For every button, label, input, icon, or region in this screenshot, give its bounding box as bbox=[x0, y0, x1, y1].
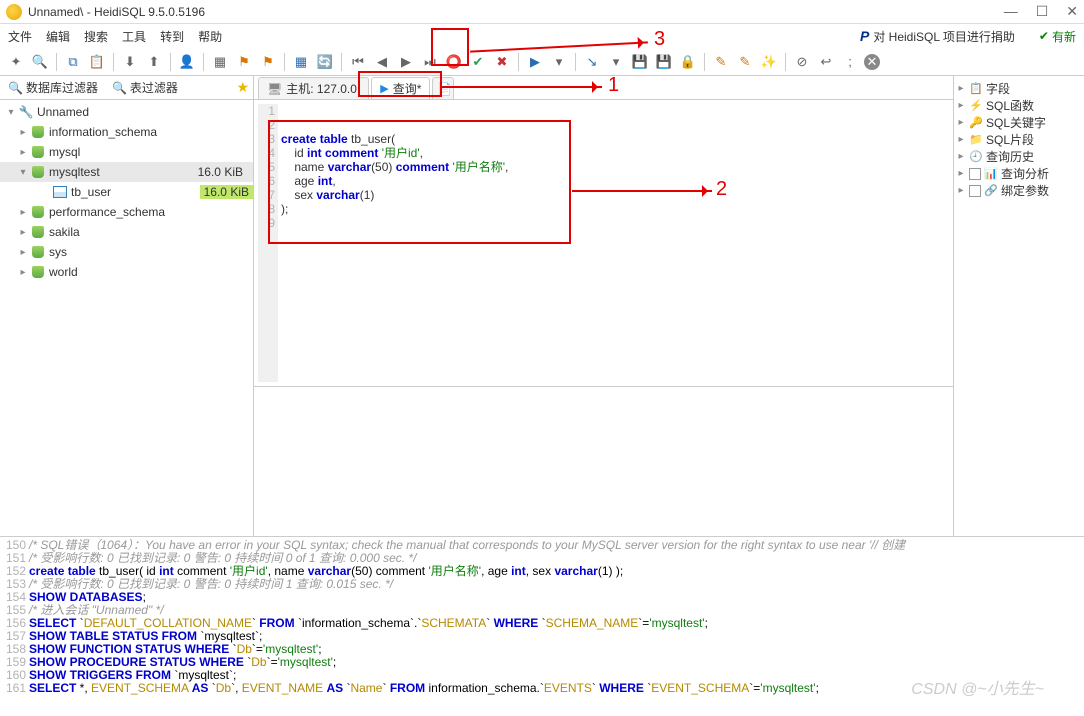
toolbar: ✦ 🔍 ⧉ 📋 ⬇ ⬆ 👤 ▦ ⚑ ⚑ ▦ 🔄 ⏮ ◀ ▶ ⏭ ⭕ ✔ ✖ ▶ … bbox=[0, 48, 1084, 76]
menu-tools[interactable]: 工具 bbox=[122, 28, 146, 45]
update-link[interactable]: ✔ 有新 bbox=[1039, 28, 1076, 45]
tool-save-icon[interactable]: 💾 bbox=[630, 52, 650, 72]
tool-export-icon[interactable]: ⬆ bbox=[144, 52, 164, 72]
tree-table-item[interactable]: tb_user16.0 KiB bbox=[0, 182, 253, 202]
tool-semi-icon[interactable]: ; bbox=[840, 52, 860, 72]
tree-db-item[interactable]: ▾mysqltest16.0 KiB bbox=[0, 162, 253, 182]
tool-prev-icon[interactable]: ◀ bbox=[372, 52, 392, 72]
tool-check-icon[interactable]: ✔ bbox=[468, 52, 488, 72]
menu-bar: 文件 编辑 搜索 工具 转到 帮助 P对 HeidiSQL 项目进行捐助 ✔ 有… bbox=[0, 24, 1084, 48]
favorite-icon[interactable]: ★ bbox=[236, 79, 249, 96]
tool-table-icon[interactable]: ▦ bbox=[291, 52, 311, 72]
tool-close-icon[interactable]: ✕ bbox=[864, 54, 880, 70]
minimize-button[interactable]: — bbox=[1004, 3, 1018, 20]
tool-edit2-icon[interactable]: ✎ bbox=[735, 52, 755, 72]
line-gutter: 123456789 bbox=[258, 104, 278, 382]
tool-next-icon[interactable]: ▶ bbox=[396, 52, 416, 72]
tool-first-icon[interactable]: ⏮ bbox=[348, 52, 368, 72]
tree-db-item[interactable]: ▸sakila bbox=[0, 222, 253, 242]
menu-file[interactable]: 文件 bbox=[8, 28, 32, 45]
tool-flag-icon[interactable]: ⚑ bbox=[234, 52, 254, 72]
title-bar: Unnamed\ - HeidiSQL 9.5.0.5196 — ☐ ✕ bbox=[0, 0, 1084, 24]
tab-query[interactable]: ▶ 查询* bbox=[371, 77, 430, 99]
tree-connection[interactable]: ▾🔧 Unnamed bbox=[0, 102, 253, 122]
tool-flag2-icon[interactable]: ⚑ bbox=[258, 52, 278, 72]
tree-db-item[interactable]: ▸information_schema bbox=[0, 122, 253, 142]
right-pane: ▸📋字段▸⚡SQL函数▸🔑SQL关键字▸📁SQL片段▸🕘查询历史▸📊查询分析▸🔗… bbox=[954, 76, 1084, 536]
tool-lock-icon[interactable]: 🔒 bbox=[678, 52, 698, 72]
tab-new[interactable]: 📄 bbox=[432, 77, 454, 99]
tree-db-item[interactable]: ▸mysql bbox=[0, 142, 253, 162]
donate-link[interactable]: P对 HeidiSQL 项目进行捐助 bbox=[860, 28, 1015, 45]
tool-last-icon[interactable]: ⏭ bbox=[420, 52, 440, 72]
tool-arrow-icon[interactable]: ↘ bbox=[582, 52, 602, 72]
tool-edit-icon[interactable]: ✎ bbox=[711, 52, 731, 72]
menu-search[interactable]: 搜索 bbox=[84, 28, 108, 45]
tool-stop-icon[interactable]: ⊘ bbox=[792, 52, 812, 72]
code-area[interactable]: create table tb_user( id int comment '用户… bbox=[278, 104, 949, 382]
log-pane[interactable]: 150/* SQL错误（1064）：You have an error in y… bbox=[0, 536, 1084, 716]
tab-host[interactable]: 🖥 主机: 127.0.0. bbox=[258, 77, 369, 99]
tool-copy-icon[interactable]: ⧉ bbox=[63, 52, 83, 72]
tool-paste-icon[interactable]: 📋 bbox=[87, 52, 107, 72]
tree-db-item[interactable]: ▸performance_schema bbox=[0, 202, 253, 222]
database-tree[interactable]: ▾🔧 Unnamed ▸information_schema▸mysql▾mys… bbox=[0, 100, 253, 536]
sql-editor[interactable]: 123456789 create table tb_user( id int c… bbox=[258, 104, 949, 382]
maximize-button[interactable]: ☐ bbox=[1036, 3, 1049, 20]
tree-db-item[interactable]: ▸sys bbox=[0, 242, 253, 262]
menu-help[interactable]: 帮助 bbox=[198, 28, 222, 45]
left-pane: 🔍 数据库过滤器 🔍 表过滤器 ★ ▾🔧 Unnamed ▸informatio… bbox=[0, 76, 254, 536]
right-item[interactable]: ▸📊查询分析 bbox=[956, 165, 1082, 182]
tool-wrap-icon[interactable]: ↩ bbox=[816, 52, 836, 72]
tool-saveall-icon[interactable]: 💾 bbox=[654, 52, 674, 72]
right-item[interactable]: ▸📋字段 bbox=[956, 80, 1082, 97]
tool-grid-icon[interactable]: ▦ bbox=[210, 52, 230, 72]
host-icon: 🖥 bbox=[267, 82, 282, 96]
window-title: Unnamed\ - HeidiSQL 9.5.0.5196 bbox=[28, 5, 1004, 19]
center-pane: 🖥 主机: 127.0.0. ▶ 查询* 📄 123456789 create … bbox=[254, 76, 954, 536]
run-query-button[interactable]: ▶ bbox=[525, 52, 545, 72]
tool-dropdown-icon[interactable]: ▾ bbox=[549, 52, 569, 72]
close-button[interactable]: ✕ bbox=[1066, 3, 1078, 20]
menu-goto[interactable]: 转到 bbox=[160, 28, 184, 45]
play-icon: ▶ bbox=[380, 82, 388, 95]
result-pane bbox=[254, 386, 953, 536]
log-line: 153/* 受影响行数: 0 已找到记录: 0 警告: 0 持续时间 1 查询:… bbox=[2, 578, 1082, 591]
app-icon bbox=[6, 4, 22, 20]
right-item[interactable]: ▸🔗绑定参数 bbox=[956, 182, 1082, 199]
tool-wand-icon[interactable]: ✨ bbox=[759, 52, 779, 72]
log-line: 161SELECT *, EVENT_SCHEMA AS `Db`, EVENT… bbox=[2, 682, 1082, 695]
tool-x-icon[interactable]: ✖ bbox=[492, 52, 512, 72]
tool-zoom-icon[interactable]: 🔍 bbox=[30, 52, 50, 72]
menu-edit[interactable]: 编辑 bbox=[46, 28, 70, 45]
tool-refresh-icon[interactable]: 🔄 bbox=[315, 52, 335, 72]
right-item[interactable]: ▸🔑SQL关键字 bbox=[956, 114, 1082, 131]
new-tab-icon: 📄 bbox=[437, 82, 452, 96]
table-filter-tab[interactable]: 🔍 表过滤器 bbox=[108, 77, 182, 98]
right-item[interactable]: ▸📁SQL片段 bbox=[956, 131, 1082, 148]
tool-circle-icon[interactable]: ⭕ bbox=[444, 52, 464, 72]
db-filter-tab[interactable]: 🔍 数据库过滤器 bbox=[4, 77, 102, 98]
right-item[interactable]: ▸⚡SQL函数 bbox=[956, 97, 1082, 114]
tool-sparkle-icon[interactable]: ✦ bbox=[6, 52, 26, 72]
tree-db-item[interactable]: ▸world bbox=[0, 262, 253, 282]
tool-import-icon[interactable]: ⬇ bbox=[120, 52, 140, 72]
log-line: 154SHOW DATABASES; bbox=[2, 591, 1082, 604]
tool-dd2-icon[interactable]: ▾ bbox=[606, 52, 626, 72]
right-item[interactable]: ▸🕘查询历史 bbox=[956, 148, 1082, 165]
tab-host-label: 主机: 127.0.0. bbox=[286, 80, 360, 97]
tab-query-label: 查询* bbox=[393, 80, 422, 97]
tool-person-icon[interactable]: 👤 bbox=[177, 52, 197, 72]
